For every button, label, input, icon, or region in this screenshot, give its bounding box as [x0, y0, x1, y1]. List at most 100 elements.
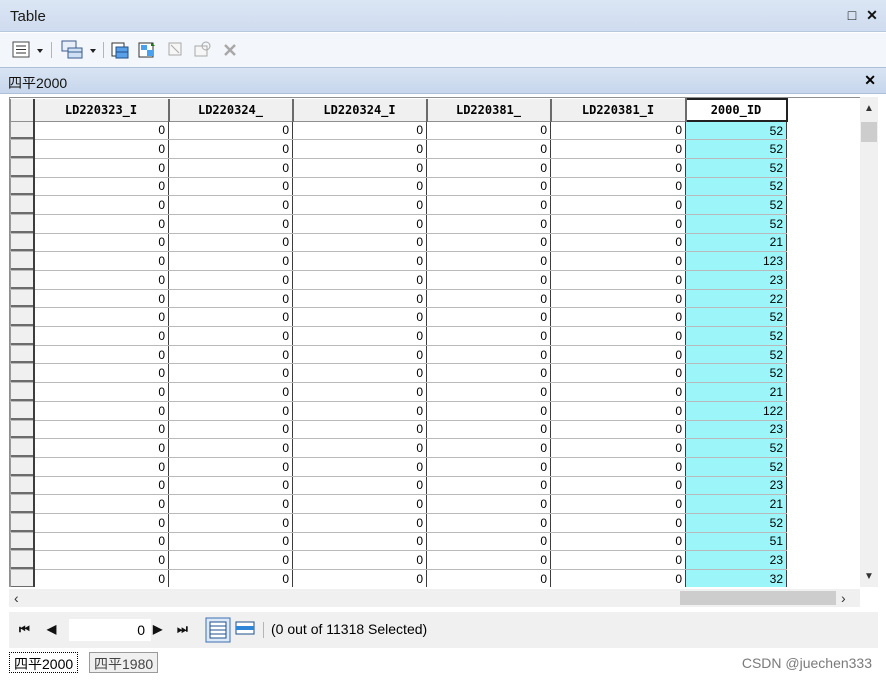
table-cell[interactable]: 0 [33, 139, 169, 159]
table-cell[interactable]: 0 [292, 550, 427, 570]
show-all-records-icon[interactable] [205, 617, 231, 643]
row-selector[interactable] [10, 120, 35, 141]
row-selector[interactable] [10, 157, 35, 178]
column-header[interactable]: LD220381_ [426, 99, 552, 122]
table-cell[interactable]: 0 [33, 120, 169, 141]
table-cell[interactable]: 0 [168, 213, 293, 234]
table-cell[interactable]: 0 [426, 326, 551, 346]
table-cell[interactable]: 0 [426, 195, 551, 215]
table-cell[interactable]: 32 [685, 569, 787, 587]
table-cell[interactable]: 0 [168, 251, 293, 271]
table-cell[interactable]: 0 [426, 475, 551, 496]
select-all-corner[interactable] [10, 99, 35, 122]
table-cell[interactable]: 0 [33, 531, 169, 552]
table-cell[interactable]: 0 [168, 456, 293, 477]
table-cell[interactable]: 0 [550, 307, 686, 328]
table-cell[interactable]: 0 [550, 195, 686, 215]
table-cell[interactable]: 0 [168, 270, 293, 290]
row-selector[interactable] [10, 550, 35, 570]
row-selector[interactable] [10, 512, 35, 533]
table-cell[interactable]: 52 [685, 139, 787, 159]
row-selector[interactable] [10, 382, 35, 402]
table-cell[interactable]: 0 [292, 419, 427, 440]
table-cell[interactable]: 0 [550, 251, 686, 271]
table-cell[interactable]: 0 [33, 326, 169, 346]
scroll-left-icon[interactable]: ‹ [14, 590, 19, 606]
table-row[interactable]: 0 0 0 0 0 52 [10, 176, 787, 197]
table-cell[interactable]: 0 [168, 139, 293, 159]
row-selector[interactable] [10, 494, 35, 514]
record-number-input[interactable]: 0 [69, 619, 151, 641]
table-cell[interactable]: 0 [426, 512, 551, 533]
table-cell[interactable]: 0 [33, 419, 169, 440]
table-cell[interactable]: 0 [168, 363, 293, 384]
table-cell[interactable]: 0 [426, 419, 551, 440]
scroll-down-icon[interactable]: ▼ [863, 571, 875, 582]
tab-inactive-table[interactable]: 四平1980 [89, 652, 159, 673]
vertical-scroll-thumb[interactable] [861, 122, 877, 142]
table-cell[interactable]: 52 [685, 213, 787, 234]
table-row[interactable]: 0 0 0 0 0 23 [10, 550, 787, 570]
table-cell[interactable]: 0 [33, 288, 169, 309]
table-cell[interactable]: 0 [292, 176, 427, 197]
table-cell[interactable]: 0 [550, 550, 686, 570]
table-cell[interactable]: 0 [168, 438, 293, 458]
table-cell[interactable]: 0 [550, 270, 686, 290]
table-cell[interactable]: 0 [168, 157, 293, 178]
table-cell[interactable]: 0 [292, 569, 427, 587]
table-cell[interactable]: 0 [168, 400, 293, 421]
table-cell[interactable]: 0 [426, 344, 551, 365]
column-header[interactable]: LD220324_ [168, 99, 294, 122]
table-row[interactable]: 0 0 0 0 0 52 [10, 157, 787, 178]
row-selector[interactable] [10, 419, 35, 440]
table-cell[interactable]: 123 [685, 251, 787, 271]
row-selector[interactable] [10, 531, 35, 552]
table-cell[interactable]: 0 [168, 288, 293, 309]
table-cell[interactable]: 23 [685, 270, 787, 290]
scroll-up-icon[interactable]: ▲ [863, 103, 875, 114]
table-cell[interactable]: 52 [685, 176, 787, 197]
row-selector[interactable] [10, 232, 35, 253]
table-cell[interactable]: 0 [168, 382, 293, 402]
table-cell[interactable]: 0 [550, 344, 686, 365]
table-cell[interactable]: 0 [292, 307, 427, 328]
table-cell[interactable]: 0 [292, 344, 427, 365]
table-cell[interactable]: 0 [33, 550, 169, 570]
table-row[interactable]: 0 0 0 0 0 52 [10, 120, 787, 141]
table-cell[interactable]: 0 [426, 363, 551, 384]
table-row[interactable]: 0 0 0 0 0 21 [10, 382, 787, 402]
table-cell[interactable]: 52 [685, 120, 787, 141]
table-cell[interactable]: 0 [426, 494, 551, 514]
table-cell[interactable]: 0 [33, 438, 169, 458]
table-cell[interactable]: 0 [550, 531, 686, 552]
table-cell[interactable]: 23 [685, 475, 787, 496]
table-cell[interactable]: 0 [426, 176, 551, 197]
table-row[interactable]: 0 0 0 0 0 23 [10, 270, 787, 290]
table-cell[interactable]: 0 [168, 531, 293, 552]
table-cell[interactable]: 0 [33, 363, 169, 384]
table-row[interactable]: 0 0 0 0 0 52 [10, 213, 787, 234]
column-header-selected[interactable]: 2000_ID [684, 98, 788, 122]
table-cell[interactable]: 0 [168, 326, 293, 346]
row-selector[interactable] [10, 400, 35, 421]
table-cell[interactable]: 0 [33, 382, 169, 402]
table-row[interactable]: 0 0 0 0 0 52 [10, 326, 787, 346]
table-cell[interactable]: 0 [33, 344, 169, 365]
table-cell[interactable]: 0 [168, 195, 293, 215]
table-cell[interactable]: 0 [426, 456, 551, 477]
table-cell[interactable]: 0 [168, 569, 293, 587]
table-cell[interactable]: 0 [168, 475, 293, 496]
table-cell[interactable]: 52 [685, 438, 787, 458]
table-cell[interactable]: 0 [550, 363, 686, 384]
table-cell[interactable]: 0 [292, 363, 427, 384]
table-cell[interactable]: 0 [168, 512, 293, 533]
table-row[interactable]: 0 0 0 0 0 52 [10, 363, 787, 384]
table-row[interactable]: 0 0 0 0 0 52 [10, 344, 787, 365]
table-cell[interactable]: 23 [685, 550, 787, 570]
table-cell[interactable]: 0 [292, 120, 427, 141]
tab-active-table[interactable]: 四平2000 [9, 652, 79, 673]
close-icon[interactable]: ✕ [863, 6, 881, 24]
table-cell[interactable]: 0 [292, 251, 427, 271]
restore-icon[interactable]: □ [843, 6, 861, 24]
table-options-icon[interactable] [12, 40, 46, 60]
